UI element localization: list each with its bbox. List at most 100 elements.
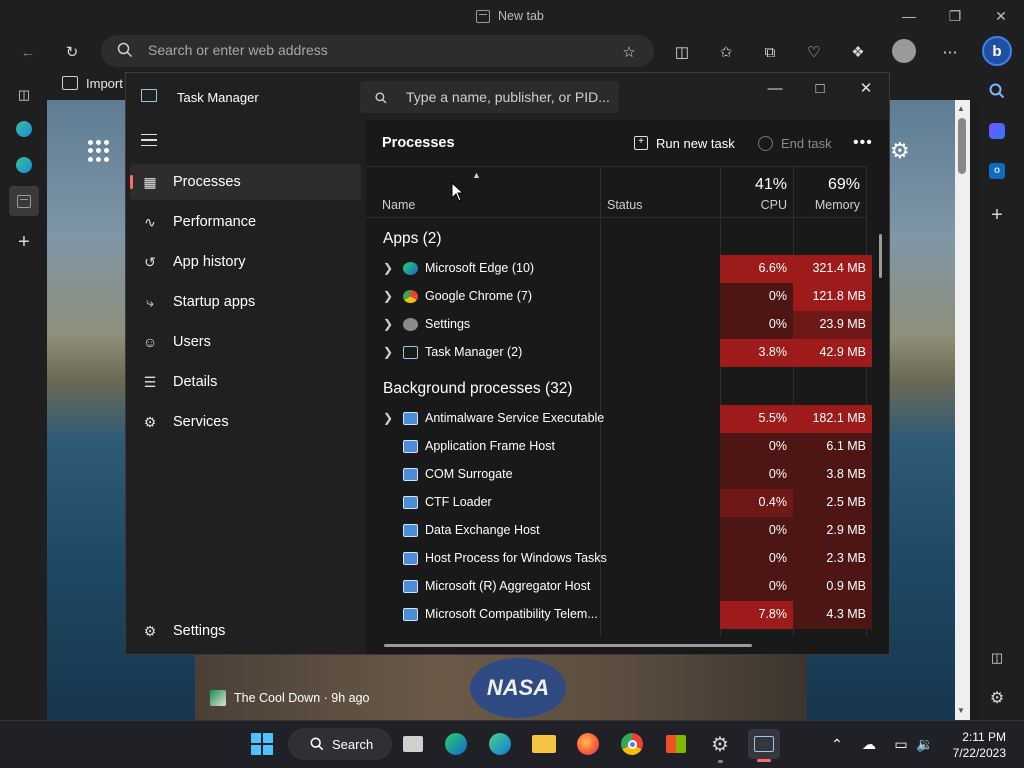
sidebar-add-icon[interactable]: + (982, 200, 1012, 230)
process-cpu: 6.6% (720, 255, 793, 283)
edge-beta-icon[interactable] (440, 729, 472, 759)
firefox-icon[interactable] (572, 729, 604, 759)
expand-chevron-icon[interactable]: ❯ (383, 411, 393, 425)
apps-group-header[interactable]: Apps (2) (383, 230, 442, 248)
restore-button[interactable]: ❐ (941, 4, 969, 28)
refresh-icon[interactable]: ↻ (58, 39, 86, 65)
show-hidden-icons-chevron-icon[interactable]: ⌃ (821, 729, 853, 759)
scroll-up-icon[interactable]: ▲ (957, 104, 965, 113)
taskbar-search[interactable]: Search (288, 728, 392, 760)
process-row[interactable]: ❯ Settings 0% 23.9 MB (366, 311, 872, 339)
process-row[interactable]: ❯ Microsoft Edge (10) 6.6% 321.4 MB (366, 255, 872, 283)
process-list-scrollbar[interactable] (879, 234, 882, 278)
tm-minimize-button[interactable]: — (758, 76, 792, 100)
tm-maximize-button[interactable]: □ (803, 76, 837, 100)
process-row[interactable]: COM Surrogate 0% 3.8 MB (366, 461, 872, 489)
process-row[interactable]: Microsoft (R) Aggregator Host 0% 0.9 MB (366, 573, 872, 601)
file-explorer-icon[interactable] (528, 729, 560, 759)
tab-actions-icon[interactable]: ◫ (9, 80, 39, 110)
microsoft-store-icon[interactable] (660, 729, 692, 759)
end-task-button[interactable]: End task (758, 132, 832, 154)
page-scrollbar[interactable] (955, 100, 970, 720)
column-status[interactable]: Status (607, 198, 642, 212)
extensions-icon[interactable]: ❖ (844, 39, 872, 65)
edge-tab-icon[interactable] (9, 114, 39, 144)
add-tab-icon[interactable]: + (9, 227, 39, 257)
browser-tab[interactable]: New tab (476, 6, 544, 26)
scroll-down-icon[interactable]: ▼ (957, 706, 965, 715)
expand-chevron-icon[interactable]: ❯ (383, 317, 393, 331)
nav-app-history[interactable]: ↺ App history (130, 244, 361, 280)
column-cpu[interactable]: CPU (720, 198, 787, 212)
nav-users[interactable]: ☺ Users (130, 324, 361, 360)
apps-grid-icon[interactable] (88, 140, 110, 162)
background-group-header[interactable]: Background processes (32) (383, 380, 573, 398)
profile-avatar[interactable] (892, 39, 916, 63)
column-name[interactable]: Name (382, 198, 415, 212)
page-scrollbar-thumb[interactable] (958, 118, 966, 174)
process-row[interactable]: Microsoft Compatibility Telem... 7.8% 4.3 … (366, 601, 872, 629)
process-name: Microsoft (R) Aggregator Host (425, 579, 591, 593)
start-button-icon[interactable] (246, 729, 278, 759)
favorite-star-icon[interactable]: ☆ (615, 39, 643, 65)
run-new-task-button[interactable]: + Run new task (634, 132, 735, 154)
news-card-source[interactable]: The Cool Down · 9h ago (210, 690, 370, 706)
import-favorites-link[interactable]: Import (86, 76, 123, 91)
import-icon (62, 76, 78, 90)
process-cpu: 3.8% (720, 339, 793, 367)
nav-processes[interactable]: ▦ Processes (130, 164, 361, 200)
process-row[interactable]: ❯ Task Manager (2) 3.8% 42.9 MB (366, 339, 872, 367)
edge-icon[interactable] (484, 729, 516, 759)
active-app-indicator (757, 759, 771, 762)
more-options-icon[interactable]: ⋯ (936, 39, 964, 65)
close-button[interactable]: ✕ (987, 4, 1015, 28)
process-memory: 2.3 MB (793, 545, 872, 573)
hide-sidebar-icon[interactable]: ◫ (982, 643, 1012, 673)
process-row[interactable]: Data Exchange Host 0% 2.9 MB (366, 517, 872, 545)
task-view-icon[interactable] (397, 729, 429, 759)
process-name: Microsoft Compatibility Telem... (425, 607, 598, 621)
taskbar-clock[interactable]: 2:11 PM 7/22/2023 (946, 729, 1006, 761)
task-manager-taskbar-icon[interactable] (748, 729, 780, 759)
page-settings-gear-icon[interactable]: ⚙ (890, 138, 910, 164)
process-name: COM Surrogate (425, 467, 513, 481)
browser-essentials-icon[interactable]: ♡ (800, 39, 828, 65)
outlook-icon[interactable]: o (982, 156, 1012, 186)
new-tab-rail-icon[interactable] (9, 186, 39, 216)
nav-settings[interactable]: ⚙ Settings (130, 613, 361, 649)
split-screen-icon[interactable]: ◫ (668, 39, 696, 65)
nav-performance[interactable]: ∿ Performance (130, 204, 361, 240)
back-arrow-icon[interactable]: ← (14, 39, 42, 65)
process-row[interactable]: ❯ Antimalware Service Executable 5.5% 182.1… (366, 405, 872, 433)
minimize-button[interactable]: — (895, 4, 923, 28)
settings-gear-icon[interactable]: ⚙ (704, 729, 736, 759)
more-options-icon[interactable]: ••• (853, 134, 873, 152)
hamburger-menu-icon[interactable] (141, 134, 157, 146)
process-memory: 23.9 MB (793, 311, 872, 339)
process-row[interactable]: ❯ Google Chrome (7) 0% 121.8 MB (366, 283, 872, 311)
process-row[interactable]: Application Frame Host 0% 6.1 MB (366, 433, 872, 461)
process-row[interactable]: Host Process for Windows Tasks 0% 2.3 MB (366, 545, 872, 573)
network-offline-icon[interactable]: ☁ (853, 729, 885, 759)
bing-copilot-icon[interactable]: b (982, 36, 1012, 66)
process-name: Application Frame Host (425, 439, 555, 453)
sidebar-search-icon[interactable] (982, 76, 1012, 106)
expand-chevron-icon[interactable]: ❯ (383, 261, 393, 275)
chrome-icon[interactable] (616, 729, 648, 759)
edge-tab-icon-2[interactable] (9, 150, 39, 180)
process-cpu: 0% (720, 517, 793, 545)
column-memory[interactable]: Memory (794, 198, 860, 212)
nav-details[interactable]: ☰ Details (130, 364, 361, 400)
process-list-h-scrollbar[interactable] (384, 644, 752, 647)
tm-close-button[interactable]: ✕ (849, 76, 883, 100)
sidebar-settings-icon[interactable]: ⚙ (982, 683, 1012, 713)
nav-services[interactable]: ⚙ Services (130, 404, 361, 440)
process-row[interactable]: CTF Loader 0.4% 2.5 MB (366, 489, 872, 517)
expand-chevron-icon[interactable]: ❯ (383, 289, 393, 303)
office-icon[interactable] (982, 116, 1012, 146)
favorites-icon[interactable]: ✩ (712, 39, 740, 65)
nav-startup-apps[interactable]: ⤷ Startup apps (130, 284, 361, 320)
volume-icon[interactable]: 🔉 (909, 729, 941, 759)
collections-icon[interactable]: ⧉ (756, 39, 784, 65)
expand-chevron-icon[interactable]: ❯ (383, 345, 393, 359)
